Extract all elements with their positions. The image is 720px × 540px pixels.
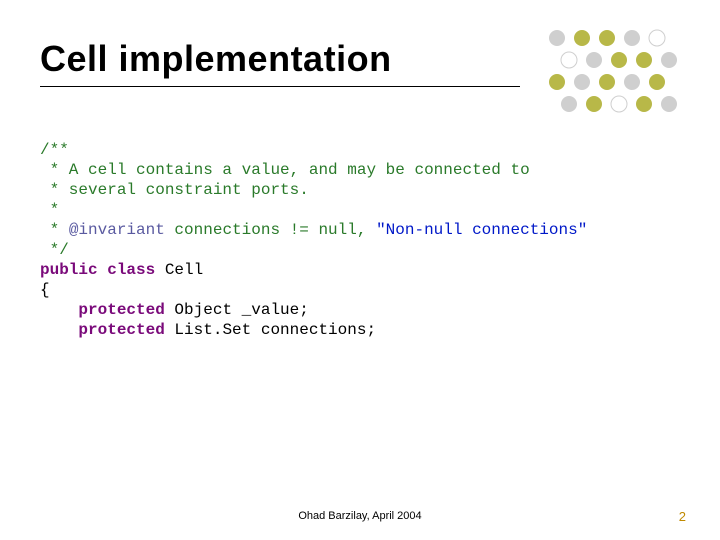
code-line: * several constraint ports. xyxy=(40,181,309,199)
footer-text: Ohad Barzilay, April 2004 xyxy=(0,510,720,522)
code-string: "Non-null connections" xyxy=(376,221,587,239)
code-plain: Object _value; xyxy=(165,301,309,319)
code-line-star: * xyxy=(40,221,69,239)
code-plain: Cell xyxy=(155,261,203,279)
page-number: 2 xyxy=(679,509,686,524)
code-keyword: public class xyxy=(40,261,155,279)
code-line: { xyxy=(40,281,50,299)
code-keyword: protected xyxy=(78,301,164,319)
slide: Cell implementation /** * A cell contain… xyxy=(0,0,720,540)
code-line: * xyxy=(40,201,59,219)
code-line: * A cell contains a value, and may be co… xyxy=(40,161,530,179)
slide-title: Cell implementation xyxy=(40,38,660,80)
code-indent xyxy=(40,301,78,319)
title-underline xyxy=(40,86,520,87)
code-plain: List.Set connections; xyxy=(165,321,376,339)
code-block: /** * A cell contains a value, and may b… xyxy=(40,140,680,340)
code-line: */ xyxy=(40,241,69,259)
code-indent xyxy=(40,321,78,339)
title-block: Cell implementation xyxy=(40,38,660,87)
code-line: /** xyxy=(40,141,69,159)
code-annotation: @invariant xyxy=(69,221,165,239)
code-line-mid: connections != null, xyxy=(165,221,376,239)
code-keyword: protected xyxy=(78,321,164,339)
